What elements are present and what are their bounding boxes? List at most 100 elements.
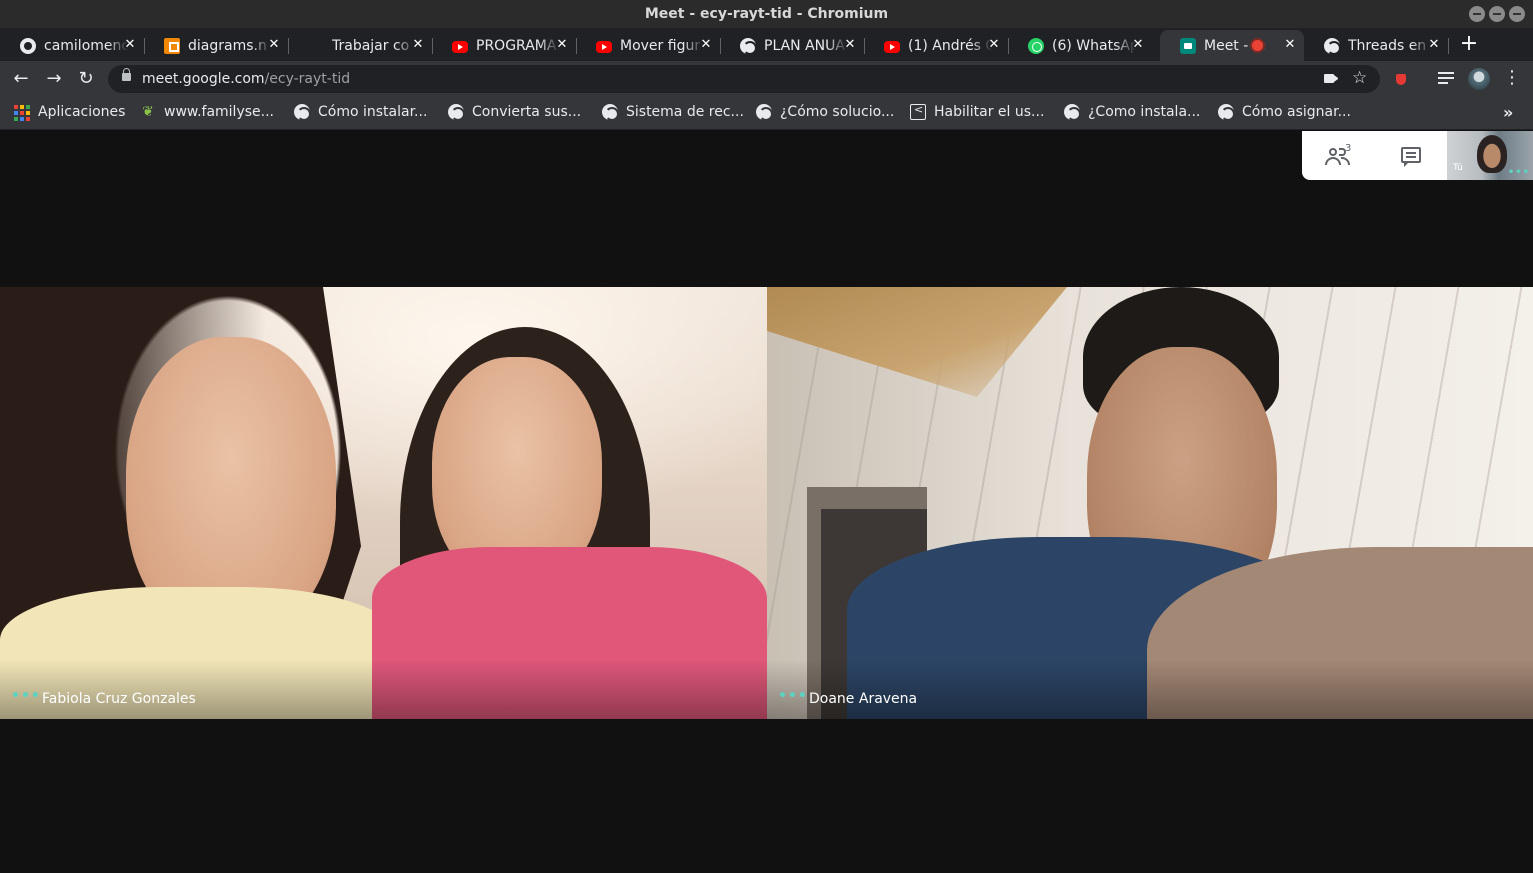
- minimize-button[interactable]: [1469, 6, 1485, 22]
- github-icon: [20, 37, 36, 54]
- bookmark-familyse[interactable]: ❦ www.familyse...: [140, 104, 274, 120]
- tab-meet[interactable]: Meet - ec ✕: [1160, 30, 1304, 61]
- tab-diagrams[interactable]: diagrams.n ✕: [144, 30, 289, 61]
- camera-in-use-icon[interactable]: [1324, 74, 1338, 83]
- leaf-icon: ❦: [142, 104, 154, 120]
- participant-name: Fabiola Cruz Gonzales: [42, 691, 196, 707]
- bookmark-sistema[interactable]: Sistema de rec...: [602, 104, 744, 121]
- bookmarks-overflow-icon[interactable]: »: [1503, 103, 1513, 122]
- tab-programa[interactable]: PROGRAMA ✕: [432, 30, 577, 61]
- bookmark-label: Aplicaciones: [38, 104, 126, 120]
- globe-icon: [602, 104, 619, 121]
- bookmark-como-asignar[interactable]: Cómo asignar...: [1218, 104, 1351, 121]
- globe-icon: [1064, 104, 1081, 121]
- bookmark-convierta[interactable]: Convierta sus...: [448, 104, 582, 121]
- forward-button[interactable]: →: [44, 69, 64, 89]
- globe-icon: [740, 37, 757, 55]
- tab-close-icon[interactable]: ✕: [554, 37, 570, 52]
- reload-button[interactable]: ↻: [76, 69, 96, 89]
- youtube-icon: [884, 40, 900, 53]
- tab-label: (6) WhatsAp: [1052, 37, 1136, 54]
- tab-close-icon[interactable]: ✕: [1426, 37, 1442, 52]
- bookmark-habilitar[interactable]: Habilitar el us...: [910, 103, 1045, 120]
- participant-count: 3: [1345, 143, 1352, 154]
- bookmark-como-solucio[interactable]: ¿Cómo solucio...: [756, 104, 895, 121]
- bookmark-label: Habilitar el us...: [934, 104, 1045, 120]
- close-window-button[interactable]: [1509, 6, 1525, 22]
- media-controls-icon[interactable]: [1438, 72, 1454, 86]
- more-options-icon[interactable]: •••: [11, 688, 41, 704]
- url-text[interactable]: meet.google.com/ecy-rayt-tid: [142, 71, 350, 87]
- tab-label: diagrams.n: [188, 37, 267, 54]
- tab-strip: camilomenc ✕ diagrams.n ✕ Trabajar co ✕ …: [0, 28, 1533, 61]
- apps-grid-icon: [14, 104, 30, 121]
- back-button[interactable]: ←: [11, 69, 31, 89]
- tab-close-icon[interactable]: ✕: [410, 37, 426, 52]
- tab-threads[interactable]: Threads en ✕: [1304, 30, 1449, 61]
- lock-icon[interactable]: [122, 68, 131, 81]
- meet-icon: [1180, 37, 1196, 54]
- tab-whatsapp[interactable]: (6) WhatsAp ✕: [1008, 30, 1152, 61]
- self-label: Tú: [1453, 163, 1463, 173]
- youtube-icon: [596, 40, 612, 53]
- tab-trabajar[interactable]: Trabajar co ✕: [288, 30, 433, 61]
- globe-icon: [1218, 104, 1235, 121]
- bookmark-label: Sistema de rec...: [626, 104, 744, 120]
- blank-favicon-icon: [308, 38, 324, 54]
- bookmark-label: Convierta sus...: [472, 104, 582, 120]
- tab-close-icon[interactable]: ✕: [698, 37, 714, 52]
- new-tab-button[interactable]: +: [1458, 33, 1480, 55]
- bookmark-label: Cómo asignar...: [1242, 104, 1351, 120]
- url-path: /ecy-rayt-tid: [264, 71, 351, 87]
- window-controls: [1469, 6, 1525, 22]
- bookmark-como-instala[interactable]: ¿Como instala...: [1064, 104, 1201, 121]
- window-title: Meet - ecy-rayt-tid - Chromium: [644, 6, 889, 22]
- bookmark-como-instalar[interactable]: Cómo instalar...: [294, 104, 427, 121]
- tab-close-icon[interactable]: ✕: [122, 37, 138, 52]
- bookmarks-bar: Aplicaciones ❦ www.familyse... Cómo inst…: [0, 97, 1533, 130]
- whatsapp-icon: [1028, 37, 1044, 54]
- tab-close-icon[interactable]: ✕: [1282, 37, 1298, 52]
- profile-avatar[interactable]: [1468, 68, 1490, 90]
- participant-tile[interactable]: ••• Doane Aravena: [767, 287, 1533, 719]
- meet-top-right-panel: [1302, 131, 1447, 180]
- youtube-icon: [452, 40, 468, 53]
- tile-name-gradient: [0, 659, 767, 719]
- recording-indicator-icon: [1252, 40, 1263, 51]
- bookmark-label: ¿Cómo solucio...: [780, 104, 895, 120]
- participant-tile[interactable]: ••• Fabiola Cruz Gonzales: [0, 287, 767, 719]
- url-host: meet.google.com: [142, 71, 265, 87]
- globe-icon: [756, 104, 773, 121]
- tab-close-icon[interactable]: ✕: [986, 37, 1002, 52]
- tab-label: (1) Andrés C: [908, 37, 992, 54]
- tab-camilomenc[interactable]: camilomenc ✕: [0, 30, 145, 61]
- tab-separator: [1448, 38, 1449, 54]
- globe-icon: [1324, 37, 1341, 55]
- bookmark-aplicaciones[interactable]: Aplicaciones: [14, 104, 126, 121]
- tab-label: PLAN ANUA: [764, 37, 845, 54]
- drawio-icon: [164, 37, 180, 54]
- share-icon: [910, 103, 926, 120]
- kebab-menu-icon[interactable]: ⋮: [1503, 69, 1521, 89]
- browser-toolbar: ← → ↻ meet.google.com/ecy-rayt-tid ☆ ⋮: [0, 61, 1533, 97]
- tab-andres[interactable]: (1) Andrés C ✕: [864, 30, 1009, 61]
- more-options-icon[interactable]: •••: [778, 688, 808, 704]
- globe-icon: [294, 104, 311, 121]
- tab-label: Trabajar co: [332, 37, 410, 54]
- tab-close-icon[interactable]: ✕: [842, 37, 858, 52]
- tab-plan-anual[interactable]: PLAN ANUA ✕: [720, 30, 865, 61]
- bookmark-label: www.familyse...: [164, 104, 274, 120]
- tab-close-icon[interactable]: ✕: [266, 37, 282, 52]
- chat-icon[interactable]: [1401, 147, 1421, 167]
- tab-label: camilomenc: [44, 37, 128, 54]
- tab-mover-figura[interactable]: Mover figur ✕: [576, 30, 721, 61]
- bookmark-label: ¿Como instala...: [1088, 104, 1201, 120]
- tab-close-icon[interactable]: ✕: [1130, 37, 1146, 52]
- extension-shield-icon[interactable]: [1396, 74, 1406, 85]
- participant-video-ceiling: [767, 287, 1067, 397]
- more-options-icon[interactable]: •••: [1508, 167, 1530, 178]
- address-bar[interactable]: meet.google.com/ecy-rayt-tid ☆: [108, 65, 1380, 93]
- maximize-button[interactable]: [1489, 6, 1505, 22]
- bookmark-star-icon[interactable]: ☆: [1352, 68, 1367, 88]
- self-preview-tile[interactable]: Tú •••: [1447, 131, 1533, 180]
